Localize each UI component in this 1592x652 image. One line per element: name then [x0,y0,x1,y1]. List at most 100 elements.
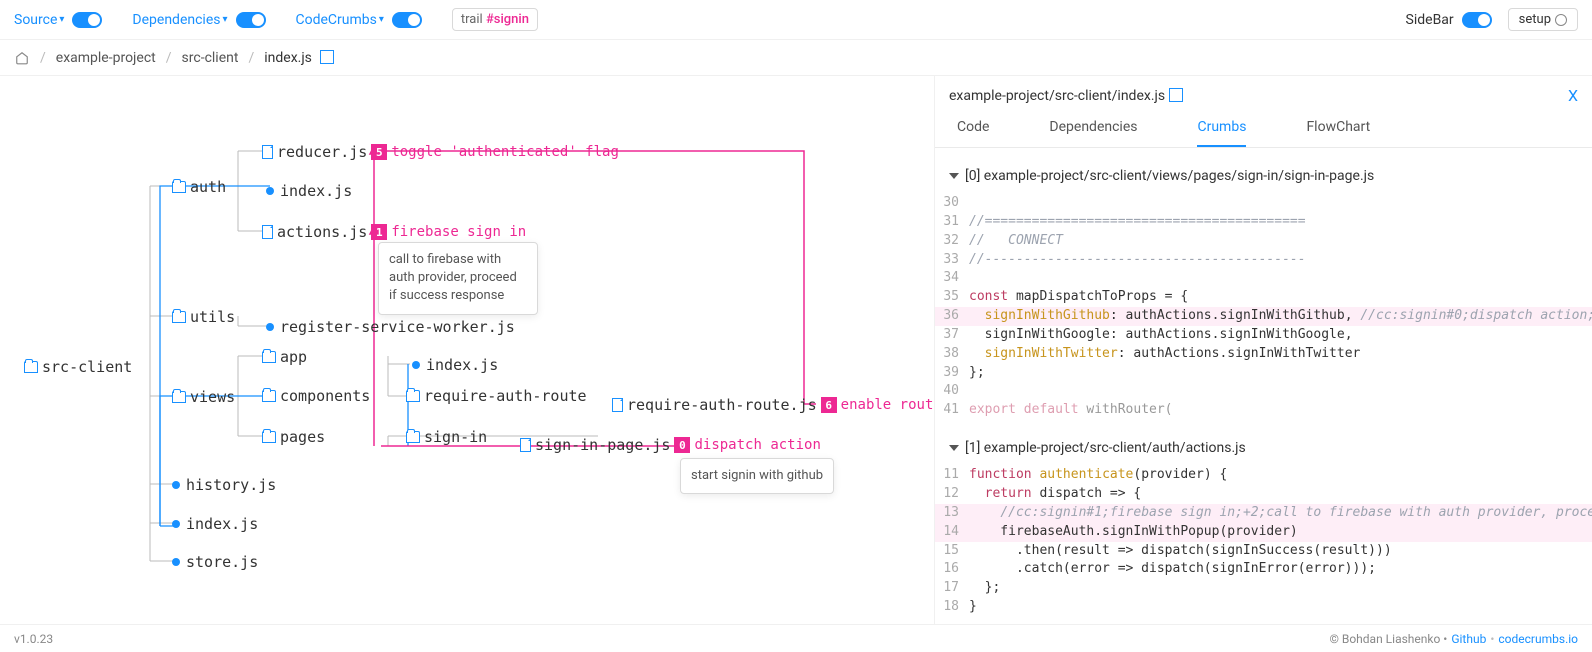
setup-label: setup [1519,12,1551,27]
dependencies-switch[interactable] [236,12,266,28]
source-switch[interactable] [72,12,102,28]
line-number: 39 [935,364,969,383]
node-require-auth-route[interactable]: require-auth-route [406,387,587,405]
node-sign-in-page-js[interactable]: sign-in-page.js0dispatch action [520,436,821,454]
github-link[interactable]: Github [1451,632,1486,646]
code-block: 11function authenticate(provider) {12 re… [935,466,1592,624]
node-label: register-service-worker.js [280,318,515,336]
node-label: sign-in-page.js [535,436,670,454]
tab-dependencies[interactable]: Dependencies [1049,119,1137,147]
node-components[interactable]: components [262,387,370,405]
node-label: app [280,348,307,366]
sidebar: example-project/src-client/index.js X Co… [934,76,1592,624]
code-text: } [969,598,977,617]
sidebar-switch[interactable] [1462,12,1492,28]
dot-icon [172,558,180,566]
footer-credits: © Bohdan Liashenko • [1329,632,1447,646]
trail-selector[interactable]: trail #signin [452,8,538,31]
node-app[interactable]: app [262,348,307,366]
code-text: //cc:signin#1;firebase sign in;+2;call t… [969,504,1592,523]
breadcrumb: / example-project / src-client / index.j… [0,40,1592,76]
node-actions[interactable]: actions.js1firebase sign in [262,223,526,241]
node-label: require-auth-route [424,387,587,405]
node-label: require-auth-route.js [627,396,817,414]
node-pages[interactable]: pages [262,428,325,446]
source-toggle[interactable]: Source▾ [14,12,102,28]
folder-icon [172,311,186,323]
main-area: src-client auth utils views history.js i… [0,76,1592,624]
dependencies-toggle[interactable]: Dependencies▾ [132,12,265,28]
node-views[interactable]: views [172,388,235,406]
line-number: 18 [935,598,969,617]
folder-icon [24,361,38,373]
node-label: history.js [186,476,276,494]
node-auth[interactable]: auth [172,178,226,196]
copy-icon[interactable] [1171,90,1183,102]
setup-button[interactable]: setup [1508,8,1578,31]
node-sign-in[interactable]: sign-in [406,428,487,446]
breadcrumb-item[interactable]: example-project [56,50,156,66]
line-number: 15 [935,542,969,561]
code-text: }; [969,579,1000,598]
node-label: utils [190,308,235,326]
code-text: }; [969,364,985,383]
codecrumbs-switch[interactable] [392,12,422,28]
code-line: 41export default withRouter( [935,401,1592,420]
code-line: 31//====================================… [935,213,1592,232]
node-register-sw[interactable]: register-service-worker.js [266,318,515,336]
chevron-down-icon [949,445,959,451]
close-icon[interactable]: X [1568,86,1578,105]
code-line: 18} [935,598,1592,617]
node-reducer[interactable]: reducer.js5toggle 'authenticated' flag [262,143,619,161]
sidebar-toggle[interactable]: SideBar [1406,12,1492,28]
node-label: index.js [280,182,352,200]
tab-code[interactable]: Code [957,119,989,147]
node-label: store.js [186,553,258,571]
crumb-badge-5[interactable]: 5 [371,144,387,160]
node-label: index.js [426,356,498,374]
crumb-badge-6[interactable]: 6 [821,397,837,413]
dot-icon [172,520,180,528]
line-number: 14 [935,523,969,542]
file-icon [520,438,531,452]
code-line: 16 .catch(error => dispatch(signInError(… [935,560,1592,579]
codecrumbs-toggle[interactable]: CodeCrumbs▾ [296,12,422,28]
node-src-client[interactable]: src-client [24,358,132,376]
node-label: sign-in [424,428,487,446]
top-toolbar: Source▾ Dependencies▾ CodeCrumbs▾ trail … [0,0,1592,40]
crumb-section-head[interactable]: [0] example-project/src-client/views/pag… [935,158,1592,194]
node-label: actions.js [277,223,367,241]
code-line: 12 return dispatch => { [935,485,1592,504]
tab-flowchart[interactable]: FlowChart [1306,119,1370,147]
node-index-app[interactable]: index.js [412,356,498,374]
line-number: 33 [935,251,969,270]
dot-icon [412,361,420,369]
codecrumbs-label: CodeCrumbs [296,12,377,28]
code-line: 17 }; [935,579,1592,598]
crumb-section-head[interactable]: [1] example-project/src-client/auth/acti… [935,430,1592,466]
node-require-auth-route-js[interactable]: require-auth-route.js6enable route [612,396,934,414]
code-line: 35const mapDispatchToProps = { [935,288,1592,307]
tab-crumbs[interactable]: Crumbs [1197,119,1246,147]
site-link[interactable]: codecrumbs.io [1498,632,1578,646]
crumb-badge-1[interactable]: 1 [371,224,387,240]
node-index-auth[interactable]: index.js [266,182,352,200]
code-text: return dispatch => { [969,485,1141,504]
code-line: 15 .then(result => dispatch(signInSucces… [935,542,1592,561]
node-store[interactable]: store.js [172,553,258,571]
node-history[interactable]: history.js [172,476,276,494]
file-icon [612,398,623,412]
copy-icon[interactable] [322,52,334,64]
node-utils[interactable]: utils [172,308,235,326]
diagram-canvas[interactable]: src-client auth utils views history.js i… [0,76,934,624]
node-index-root[interactable]: index.js [172,515,258,533]
crumb-badge-0[interactable]: 0 [674,437,690,453]
code-line: 36 signInWithGithub: authActions.signInW… [935,307,1592,326]
node-label: views [190,388,235,406]
folder-icon [406,431,420,443]
node-label: components [280,387,370,405]
crumb-label: enable route [841,397,934,413]
code-text: signInWithGoogle: authActions.signInWith… [969,326,1353,345]
breadcrumb-item[interactable]: src-client [182,50,239,66]
home-icon[interactable] [14,51,30,65]
